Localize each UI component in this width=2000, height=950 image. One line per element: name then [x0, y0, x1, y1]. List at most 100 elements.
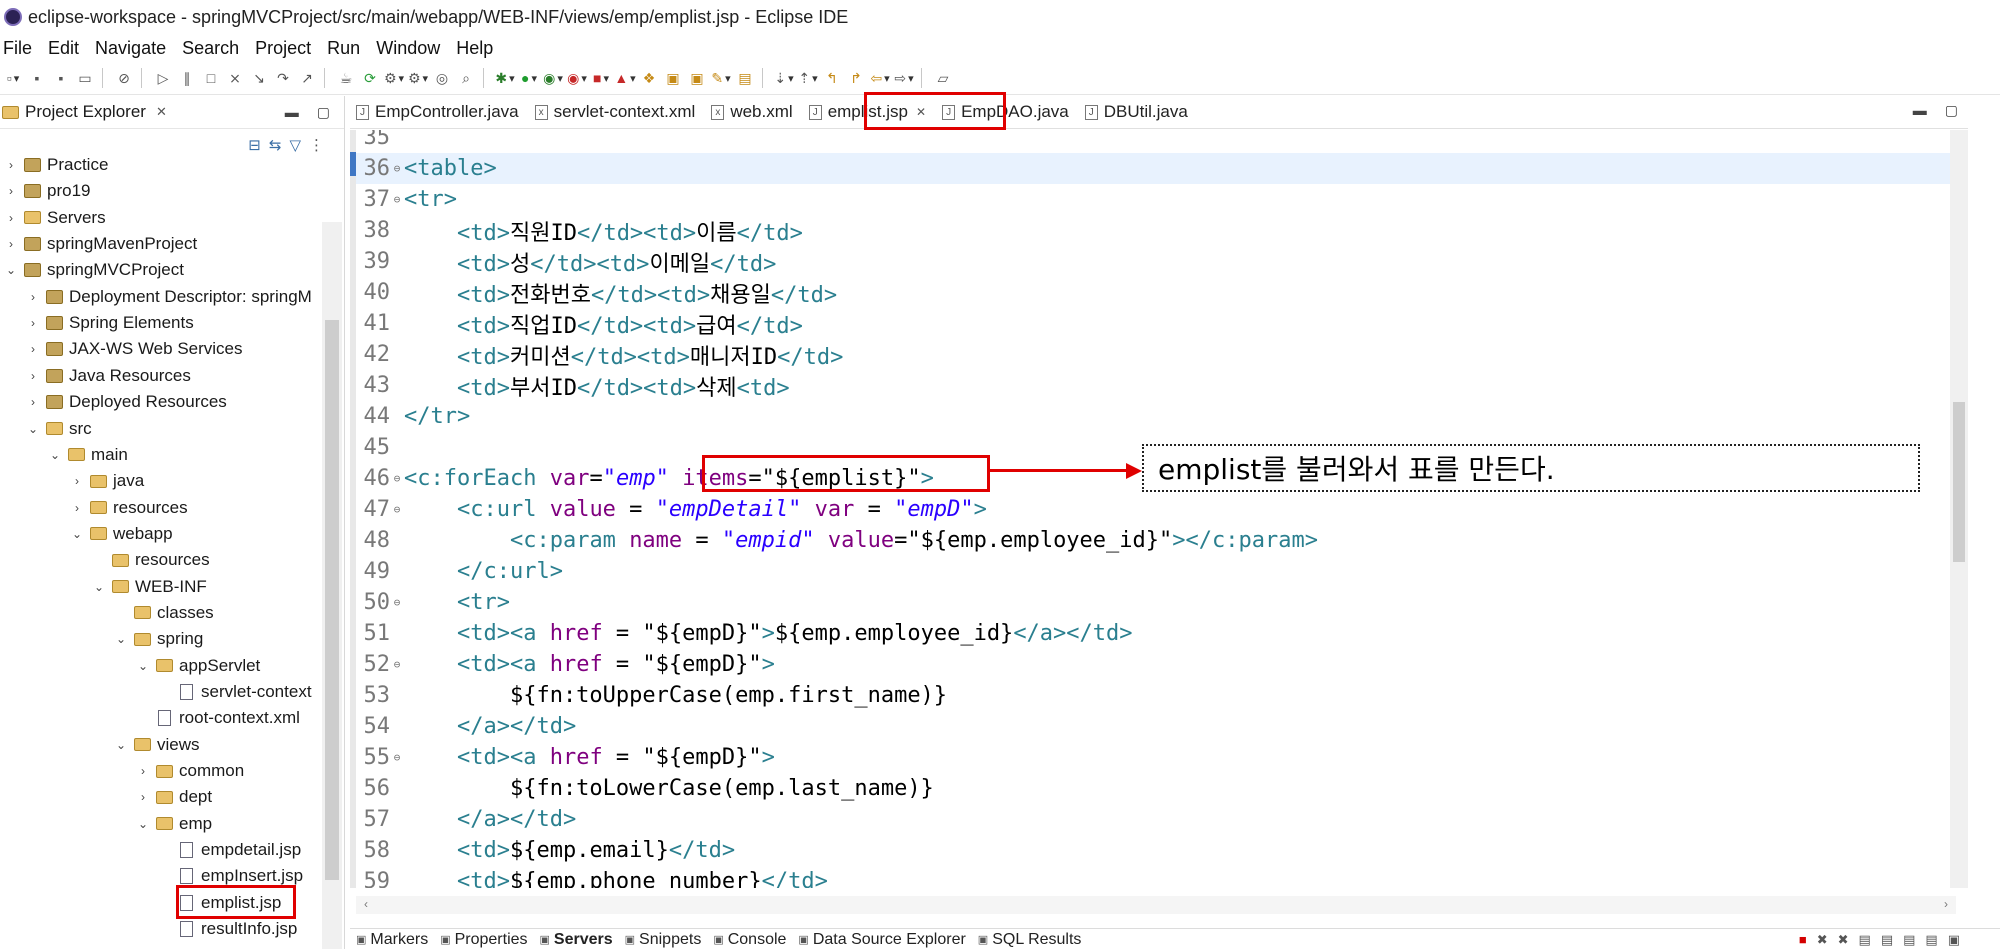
pin-editor-icon[interactable]: ▱ [934, 69, 952, 87]
expanded-chevron-icon[interactable]: ⌄ [136, 817, 150, 831]
expanded-chevron-icon[interactable]: ⌄ [92, 580, 106, 594]
new-project-icon[interactable]: ❖ [640, 69, 658, 87]
collapsed-chevron-icon[interactable]: › [4, 211, 18, 225]
stop-icon[interactable]: ■ [592, 69, 610, 87]
collapsed-chevron-icon[interactable]: › [4, 158, 18, 172]
tree-item[interactable]: › java [70, 468, 144, 494]
expanded-chevron-icon[interactable]: ⌄ [114, 632, 128, 646]
back-icon[interactable]: ⇦ [870, 69, 889, 87]
menu-navigate[interactable]: Navigate [87, 38, 174, 59]
tree-item[interactable]: › Spring Elements [26, 310, 194, 336]
display-console-icon[interactable]: ▤ [1925, 932, 1937, 948]
prev-annotation-icon[interactable]: ⇡ [798, 69, 817, 87]
folder-open-icon[interactable]: ▤ [736, 69, 754, 87]
code-editor[interactable]: 35 36 ⊖ <table> 37 ⊖ <tr> 38 <td>직원ID</td><td>이… [350, 130, 1958, 888]
search-tool-icon[interactable]: ⌕ [457, 69, 475, 87]
expanded-chevron-icon[interactable]: ⌄ [114, 738, 128, 752]
tree-item[interactable]: ⌄ appServlet [136, 653, 260, 679]
tree-item[interactable]: root-context.xml [136, 705, 300, 731]
menu-run[interactable]: Run [319, 38, 368, 59]
word-wrap-icon[interactable]: ▤ [1881, 932, 1893, 948]
tree-item[interactable]: resources [92, 547, 210, 573]
next-annotation-icon[interactable]: ⇣ [774, 69, 793, 87]
save-all-icon[interactable]: ▪ [52, 69, 70, 87]
tab-servlet-context-xml[interactable]: x servlet-context.xml [529, 96, 706, 128]
back-edit-icon[interactable]: ↱ [847, 69, 865, 87]
java-icon[interactable]: ☕ [337, 69, 355, 87]
menu-window[interactable]: Window [368, 38, 448, 59]
filter-icon[interactable]: ▽ [289, 136, 301, 154]
scroll-left-icon[interactable]: ‹ [364, 897, 368, 911]
editor-vertical-scrollbar[interactable] [1950, 130, 1968, 888]
tree-item[interactable]: empdetail.jsp [158, 837, 301, 863]
tree-item[interactable]: ⌄ emp [136, 811, 212, 837]
tab-data-source-explorer[interactable]: ▣ Data Source Explorer [792, 931, 971, 949]
fold-toggle-icon[interactable]: ⊖ [390, 658, 404, 671]
editor-horizontal-scrollbar[interactable]: ‹ › [356, 896, 1956, 914]
remove-launch-icon[interactable]: ✖ [1817, 932, 1828, 948]
menu-file[interactable]: File [0, 38, 40, 59]
tree-item[interactable]: ⌄ views [114, 732, 200, 758]
tab-dbutil-java[interactable]: J DBUtil.java [1079, 96, 1198, 128]
open-type-icon[interactable]: ▣ [664, 69, 682, 87]
expanded-chevron-icon[interactable]: ⌄ [70, 527, 84, 541]
expanded-chevron-icon[interactable]: ⌄ [48, 448, 62, 462]
debug-icon[interactable]: ✱ [495, 69, 514, 87]
expanded-chevron-icon[interactable]: ⌄ [4, 263, 18, 277]
resume-icon[interactable]: ▷ [154, 69, 172, 87]
tree-item[interactable]: classes [114, 600, 214, 626]
tree-item[interactable]: ⌄ src [26, 416, 92, 442]
tree-item[interactable]: ⌄ spring [114, 626, 203, 652]
collapsed-chevron-icon[interactable]: › [4, 237, 18, 251]
link-editor-icon[interactable]: ⇆ [269, 136, 282, 154]
deploy-icon[interactable]: ⚙ [408, 69, 427, 87]
collapse-all-icon[interactable]: ⊟ [248, 136, 261, 154]
pin-console-icon[interactable]: ▤ [1903, 932, 1915, 948]
coverage-icon[interactable]: ◉ [543, 69, 562, 87]
tree-item[interactable]: › Deployed Resources [26, 389, 227, 415]
forward-icon[interactable]: ⇨ [894, 69, 913, 87]
tab-markers[interactable]: ▣ Markers [350, 931, 434, 949]
tab-servers[interactable]: ▣ Servers [534, 931, 619, 949]
external-tools-icon[interactable]: ▲ [614, 69, 634, 87]
tree-item[interactable]: › Deployment Descriptor: springM [26, 284, 312, 310]
tab-project-explorer[interactable]: Project Explorer ✕ [0, 96, 173, 128]
tree-item[interactable]: ⌄ springMVCProject [4, 257, 184, 283]
menu-search[interactable]: Search [174, 38, 247, 59]
last-edit-icon[interactable]: ↰ [823, 69, 841, 87]
expanded-chevron-icon[interactable]: ⌄ [136, 659, 150, 673]
skip-breakpoints-icon[interactable]: ⊘ [115, 69, 133, 87]
tab-snippets[interactable]: ▣ Snippets [619, 931, 708, 949]
tree-item[interactable]: resultInfo.jsp [158, 916, 297, 942]
minimize-icon[interactable]: ▬ [285, 104, 299, 121]
close-icon[interactable]: ✕ [156, 104, 167, 120]
scroll-right-icon[interactable]: › [1944, 897, 1948, 911]
suspend-icon[interactable]: ∥ [178, 69, 196, 87]
expanded-chevron-icon[interactable]: ⌄ [26, 422, 40, 436]
collapsed-chevron-icon[interactable]: › [26, 369, 40, 383]
fold-toggle-icon[interactable]: ⊖ [390, 162, 404, 175]
collapsed-chevron-icon[interactable]: › [26, 342, 40, 356]
tree-item[interactable]: › pro19 [4, 178, 90, 204]
menu-edit[interactable]: Edit [40, 38, 87, 59]
run-external-icon[interactable]: ◉ [567, 69, 586, 87]
terminal-icon[interactable]: ▭ [76, 69, 94, 87]
tree-item[interactable]: › common [136, 758, 244, 784]
tree-item[interactable]: › Servers [4, 205, 106, 231]
tab-empcontroller-java[interactable]: J EmpController.java [350, 96, 529, 128]
tree-item[interactable]: ⌄ webapp [70, 521, 173, 547]
tab-console[interactable]: ▣ Console [707, 931, 792, 949]
tab-web-xml[interactable]: x web.xml [705, 96, 802, 128]
scrollbar-thumb[interactable] [1953, 402, 1965, 562]
new-icon[interactable]: ▫ [4, 69, 22, 87]
collapsed-chevron-icon[interactable]: › [70, 474, 84, 488]
project-explorer-scrollbar[interactable] [322, 222, 342, 949]
fold-toggle-icon[interactable]: ⊖ [390, 503, 404, 516]
menu-project[interactable]: Project [247, 38, 319, 59]
tree-item[interactable]: › Practice [4, 152, 108, 178]
disconnect-icon[interactable]: ⨯ [226, 69, 244, 87]
step-over-icon[interactable]: ↷ [274, 69, 292, 87]
collapsed-chevron-icon[interactable]: › [70, 501, 84, 515]
collapsed-chevron-icon[interactable]: › [26, 395, 40, 409]
tree-item[interactable]: ⌄ main [48, 442, 128, 468]
